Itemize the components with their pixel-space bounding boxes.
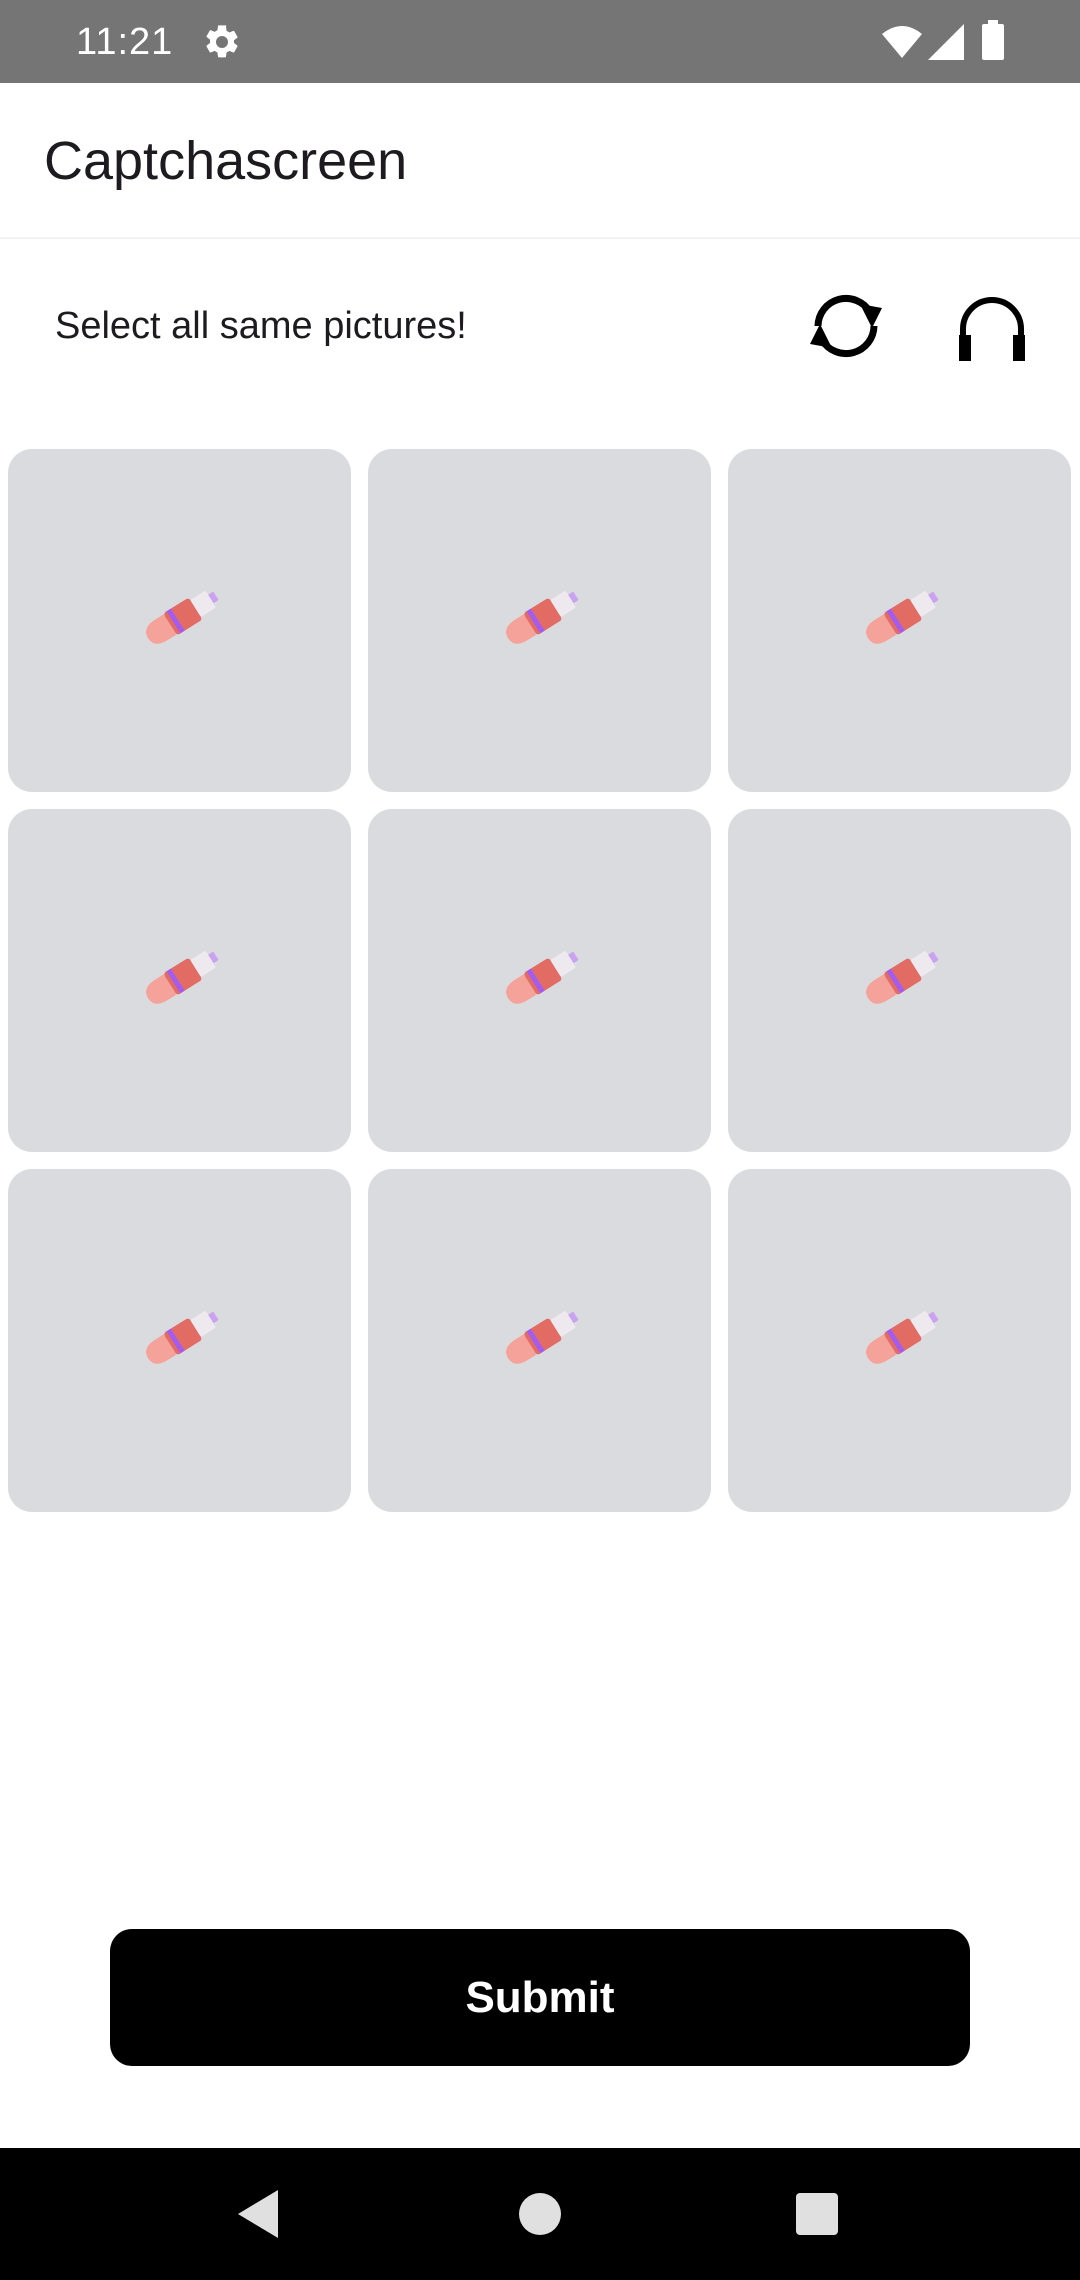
gear-icon	[206, 25, 238, 58]
captcha-tile[interactable]	[368, 1169, 711, 1512]
lipstick-icon	[145, 590, 219, 644]
lipstick-icon	[865, 950, 939, 1004]
lipstick-icon	[145, 950, 219, 1004]
captcha-tile[interactable]	[8, 1169, 351, 1512]
captcha-tile[interactable]	[368, 809, 711, 1152]
lipstick-icon	[865, 1310, 939, 1364]
captcha-tile[interactable]	[8, 449, 351, 792]
wifi-icon	[882, 26, 922, 58]
page-title: Captchascreen	[44, 131, 408, 191]
refresh-button[interactable]	[800, 283, 892, 369]
lipstick-icon	[865, 590, 939, 644]
captcha-tile[interactable]	[728, 449, 1071, 792]
cell-signal-icon	[928, 24, 964, 60]
refresh-icon	[810, 294, 882, 358]
submit-button[interactable]: Submit	[110, 1929, 970, 2066]
audio-captcha-button[interactable]	[944, 283, 1040, 369]
captcha-prompt: Select all same pictures!	[55, 305, 467, 347]
home-icon[interactable]	[518, 2192, 562, 2236]
lipstick-icon	[145, 1310, 219, 1364]
headphones-icon	[959, 297, 1025, 361]
captcha-tile[interactable]	[368, 449, 711, 792]
captcha-tile[interactable]	[728, 809, 1071, 1152]
lipstick-icon	[505, 950, 579, 1004]
status-time: 11:21	[76, 21, 174, 63]
system-nav-bar	[0, 2148, 1080, 2280]
recents-icon[interactable]	[796, 2193, 838, 2235]
captcha-tile[interactable]	[728, 1169, 1071, 1512]
status-bar: 11:21	[0, 0, 1080, 83]
back-icon[interactable]	[234, 2188, 282, 2240]
lipstick-icon	[505, 1310, 579, 1364]
captcha-image-grid	[8, 449, 1073, 1513]
lipstick-icon	[505, 590, 579, 644]
battery-icon	[982, 20, 1004, 60]
app-bar: Captchascreen	[0, 83, 1080, 239]
captcha-tile[interactable]	[8, 809, 351, 1152]
